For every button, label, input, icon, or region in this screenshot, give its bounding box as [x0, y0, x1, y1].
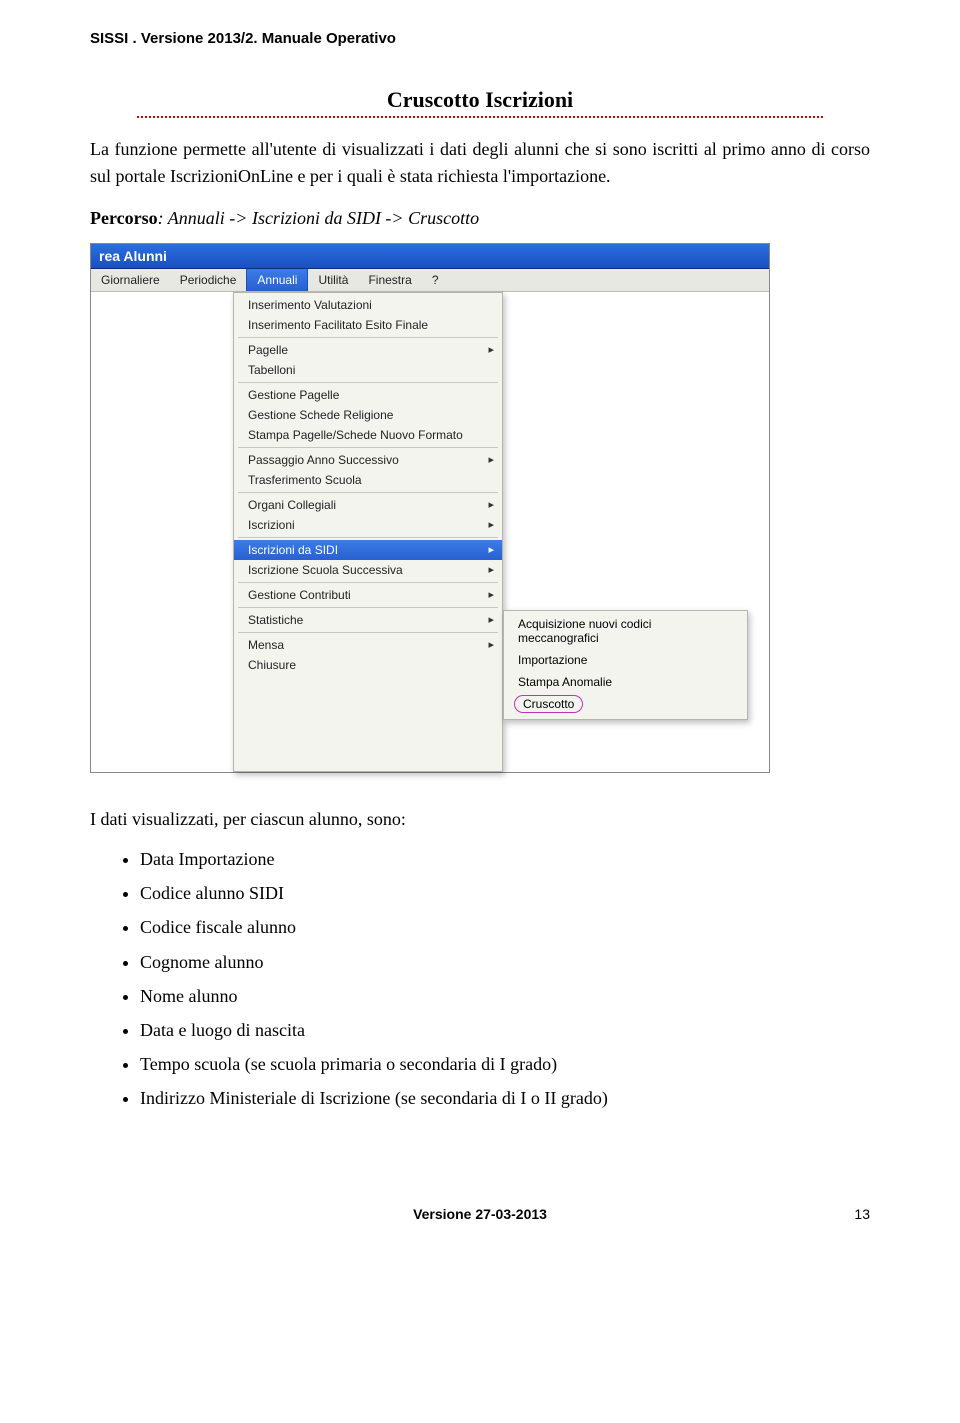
app-screenshot: rea Alunni GiornalierePeriodicheAnnualiU…	[90, 243, 770, 773]
dropdown-item[interactable]: Trasferimento Scuola	[234, 470, 502, 490]
menu-separator	[238, 607, 498, 608]
list-item: Indirizzo Ministeriale di Iscrizione (se…	[140, 1081, 870, 1115]
intro-paragraph: La funzione permette all'utente di visua…	[90, 136, 870, 190]
submenu-item[interactable]: Importazione	[504, 649, 747, 671]
doc-header: SISSI . Versione 2013/2. Manuale Operati…	[90, 30, 870, 47]
menu-separator	[238, 537, 498, 538]
percorso-line: Percorso: Annuali -> Iscrizioni da SIDI …	[90, 208, 870, 229]
dropdown-item[interactable]: Gestione Contributi	[234, 585, 502, 605]
section-title: Cruscotto Iscrizioni	[137, 87, 823, 118]
menu-item-[interactable]: ?	[422, 269, 449, 291]
dropdown-item[interactable]: Iscrizioni da SIDI	[234, 540, 502, 560]
menu-separator	[238, 492, 498, 493]
footer-version: Versione 27-03-2013	[413, 1206, 547, 1222]
dropdown-item[interactable]: Gestione Pagelle	[234, 385, 502, 405]
dropdown-item[interactable]: Tabelloni	[234, 360, 502, 380]
dropdown-item[interactable]: Statistiche	[234, 610, 502, 630]
dropdown-item[interactable]: Iscrizione Scuola Successiva	[234, 560, 502, 580]
submenu-item[interactable]: Stampa Anomalie	[504, 671, 747, 693]
list-item: Cognome alunno	[140, 945, 870, 979]
dropdown-item[interactable]: Mensa	[234, 635, 502, 655]
dropdown-item[interactable]: Gestione Schede Religione	[234, 405, 502, 425]
menu-item-utilit[interactable]: Utilità	[308, 269, 358, 291]
iscrizioni-sidi-submenu: Acquisizione nuovi codici meccanografici…	[503, 610, 748, 720]
dropdown-item[interactable]: Inserimento Valutazioni	[234, 295, 502, 315]
menubar: GiornalierePeriodicheAnnualiUtilitàFines…	[91, 269, 769, 292]
app-body: Inserimento ValutazioniInserimento Facil…	[91, 292, 769, 772]
submenu-item[interactable]: Acquisizione nuovi codici meccanografici	[504, 613, 747, 649]
menu-item-giornaliere[interactable]: Giornaliere	[91, 269, 170, 291]
menu-separator	[238, 632, 498, 633]
list-item: Tempo scuola (se scuola primaria o secon…	[140, 1047, 870, 1081]
dropdown-item[interactable]: Stampa Pagelle/Schede Nuovo Formato	[234, 425, 502, 445]
dropdown-item[interactable]: Passaggio Anno Successivo	[234, 450, 502, 470]
list-item: Data Importazione	[140, 842, 870, 876]
list-item: Data e luogo di nascita	[140, 1013, 870, 1047]
percorso-path: : Annuali -> Iscrizioni da SIDI -> Crusc…	[158, 208, 479, 228]
dropdown-item[interactable]: Chiusure	[234, 655, 502, 675]
menu-separator	[238, 582, 498, 583]
dropdown-item[interactable]: Organi Collegiali	[234, 495, 502, 515]
percorso-label: Percorso	[90, 208, 158, 228]
window-titlebar: rea Alunni	[91, 244, 769, 269]
menu-separator	[238, 447, 498, 448]
menu-separator	[238, 382, 498, 383]
data-fields-list: Data ImportazioneCodice alunno SIDICodic…	[90, 842, 870, 1116]
menu-item-periodiche[interactable]: Periodiche	[170, 269, 247, 291]
list-item: Codice alunno SIDI	[140, 876, 870, 910]
page-footer: Versione 27-03-2013 13	[90, 1206, 870, 1222]
menu-item-annuali[interactable]: Annuali	[246, 269, 308, 291]
page-number: 13	[854, 1206, 870, 1222]
dropdown-item[interactable]: Iscrizioni	[234, 515, 502, 535]
list-intro: I dati visualizzati, per ciascun alunno,…	[90, 809, 870, 830]
annuali-dropdown: Inserimento ValutazioniInserimento Facil…	[233, 292, 503, 772]
list-item: Nome alunno	[140, 979, 870, 1013]
dropdown-item[interactable]: Pagelle	[234, 340, 502, 360]
dropdown-item[interactable]: Inserimento Facilitato Esito Finale	[234, 315, 502, 335]
list-item: Codice fiscale alunno	[140, 910, 870, 944]
submenu-item[interactable]: Cruscotto	[514, 695, 583, 713]
menu-item-finestra[interactable]: Finestra	[358, 269, 421, 291]
menu-separator	[238, 337, 498, 338]
